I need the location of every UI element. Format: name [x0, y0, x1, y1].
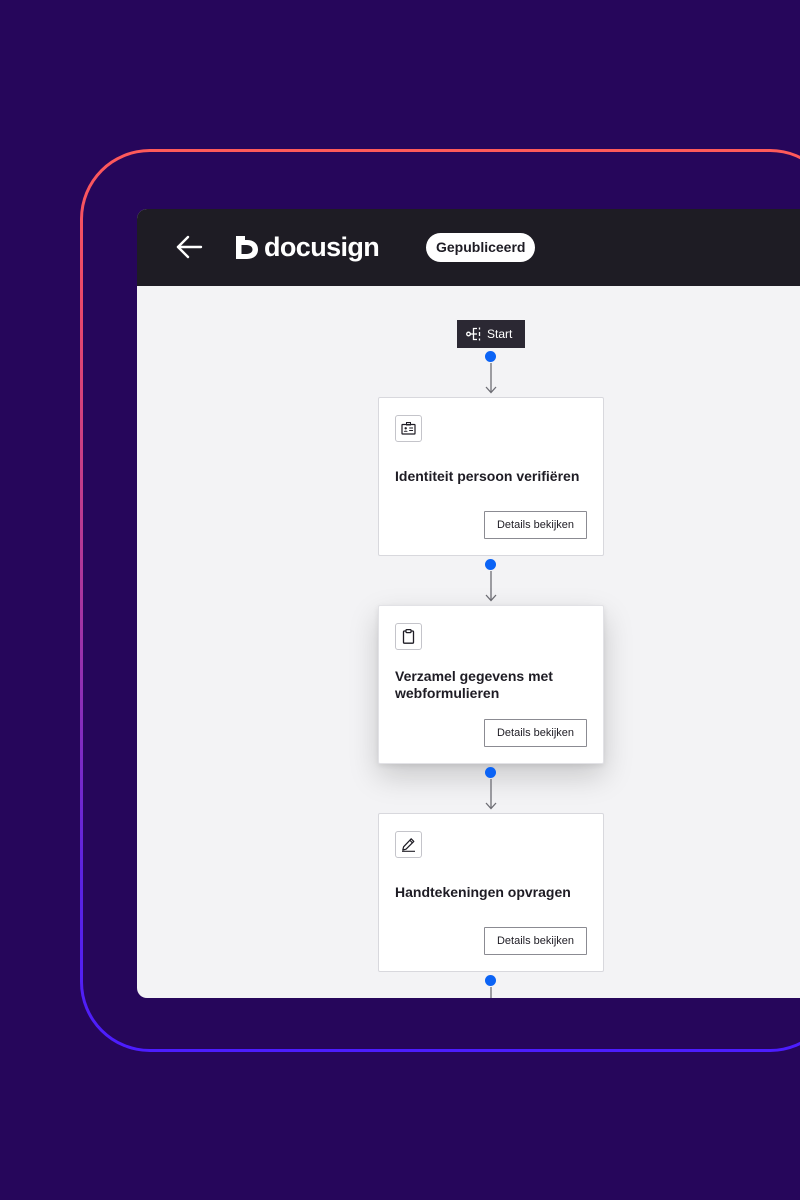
step-title: Identiteit persoon verifiëren	[395, 468, 580, 484]
connector-dot[interactable]	[485, 351, 496, 362]
workflow-start-node[interactable]: Start	[457, 320, 525, 348]
id-card-icon	[401, 422, 416, 435]
step-icon-box	[395, 415, 422, 442]
arrow-down-icon	[485, 571, 497, 602]
top-bar: docusign Gepubliceerd	[137, 209, 800, 286]
workflow-step-card[interactable]: Verzamel gegevens met webformulieren Det…	[378, 605, 604, 764]
step-title: Handtekeningen opvragen	[395, 884, 571, 900]
view-details-button[interactable]: Details bekijken	[484, 719, 587, 747]
back-button[interactable]	[175, 233, 205, 261]
workflow-step-card[interactable]: Handtekeningen opvragen Details bekijken	[378, 813, 604, 972]
workflow-start-icon	[466, 327, 481, 341]
workflow-step-card[interactable]: Identiteit persoon verifiëren Details be…	[378, 397, 604, 556]
connector-dot[interactable]	[485, 559, 496, 570]
docusign-mark-icon	[236, 235, 258, 259]
arrow-down-icon	[485, 363, 497, 394]
view-details-button[interactable]: Details bekijken	[484, 927, 587, 955]
arrow-down-icon	[485, 779, 497, 810]
status-badge: Gepubliceerd	[426, 233, 536, 262]
workflow-canvas: Start Identiteit persoon verifiëren Deta…	[137, 286, 800, 998]
connector-dot[interactable]	[485, 767, 496, 778]
signature-pen-icon	[402, 838, 415, 852]
step-title: Verzamel gegevens met webformulieren	[395, 668, 553, 701]
connector-dot[interactable]	[485, 975, 496, 986]
view-details-button[interactable]: Details bekijken	[484, 511, 587, 539]
arrow-left-icon	[176, 235, 203, 259]
logo-text: docusign	[264, 232, 380, 262]
connector-line	[490, 987, 492, 998]
step-icon-box	[395, 831, 422, 858]
docusign-logo: docusign	[236, 230, 380, 264]
step-icon-box	[395, 623, 422, 650]
start-label: Start	[487, 327, 513, 341]
app-window: docusign Gepubliceerd Start Identiteit p…	[137, 209, 800, 998]
clipboard-icon	[402, 629, 415, 644]
